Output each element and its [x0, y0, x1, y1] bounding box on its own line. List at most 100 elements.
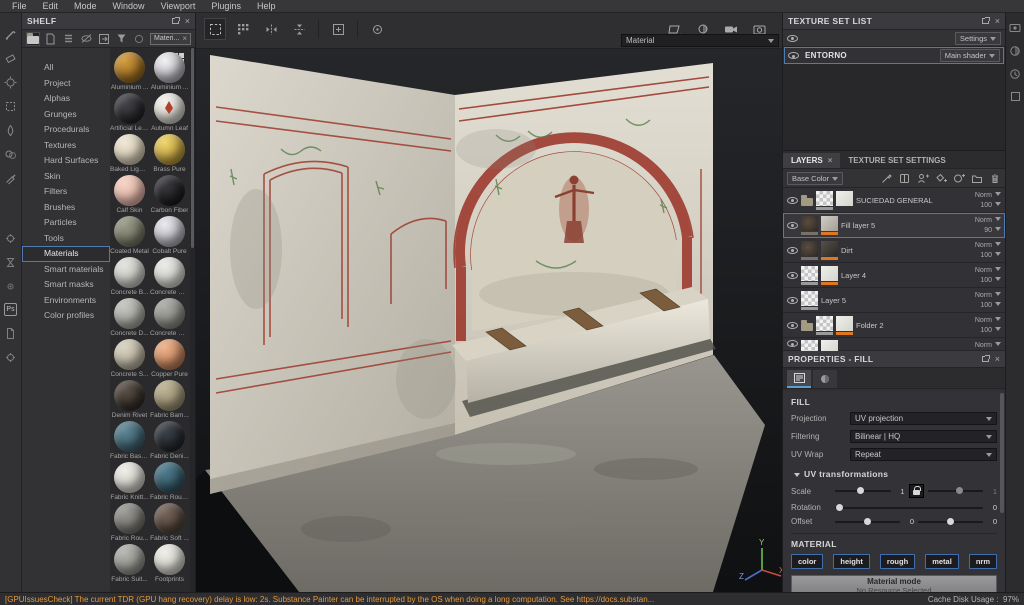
shader-settings-icon[interactable]	[1009, 45, 1021, 57]
plugin-gear-icon[interactable]	[4, 279, 18, 293]
shelf-category-procedurals[interactable]: Procedurals	[22, 122, 110, 138]
uv-wrap-dropdown[interactable]: Repeat	[850, 448, 997, 461]
resources-gear-icon[interactable]	[4, 350, 18, 364]
opacity-dropdown[interactable]: 100	[980, 200, 1001, 210]
material-carbon-fiber[interactable]: Carbon Fiber	[150, 175, 190, 216]
layer-row-fill-layer-5[interactable]: Fill layer 5 Norm 90	[783, 213, 1005, 238]
folder-view-icon[interactable]	[26, 31, 40, 46]
paint-brush-icon[interactable]	[4, 27, 18, 41]
layer-mask-thumbnail[interactable]	[801, 265, 818, 285]
material-picker-icon[interactable]	[4, 171, 18, 185]
shelf-category-textures[interactable]: Textures	[22, 138, 110, 154]
shelf-category-skin[interactable]: Skin	[22, 169, 110, 185]
channel-button-color[interactable]: color	[791, 554, 824, 569]
blend-mode-dropdown[interactable]: Norm	[975, 290, 1001, 300]
layer-content-thumbnail[interactable]	[821, 340, 838, 351]
add-layer-icon[interactable]	[916, 172, 929, 185]
smudge-icon[interactable]	[4, 123, 18, 137]
scale-slider-x[interactable]	[835, 487, 891, 494]
channel-filter-dropdown[interactable]: Base Color	[787, 171, 844, 185]
layer-mask-thumbnail[interactable]	[801, 290, 818, 310]
layer-row-dirt[interactable]: Dirt Norm 100	[783, 238, 1005, 263]
shelf-category-brushes[interactable]: Brushes	[22, 200, 110, 216]
material-fabric-bam[interactable]: Fabric Bam...	[150, 380, 190, 421]
menu-help[interactable]: Help	[249, 1, 284, 11]
document-plugin-icon[interactable]	[4, 326, 18, 340]
shader-dropdown[interactable]: Main shader	[939, 49, 1000, 62]
material-baked-light[interactable]: Baked Light...	[110, 134, 150, 175]
opacity-dropdown[interactable]: 100	[980, 250, 1001, 260]
add-folder-icon[interactable]	[970, 172, 983, 185]
layer-visibility-icon[interactable]	[787, 296, 798, 304]
layer-visibility-icon[interactable]	[787, 221, 798, 229]
scale-lock-button[interactable]	[908, 484, 924, 498]
material-concrete-si[interactable]: Concrete Si...	[150, 298, 190, 339]
material-concrete-cl[interactable]: Concrete Cl...	[150, 257, 190, 298]
viewport-shader-dropdown[interactable]: Material	[621, 34, 779, 47]
material-artificial-lea[interactable]: Artificial Lea...	[110, 93, 150, 134]
clone-stamp-icon[interactable]	[4, 147, 18, 161]
offset-slider-y[interactable]	[918, 517, 983, 525]
symmetry-y-icon[interactable]	[288, 18, 310, 40]
shelf-category-smart-masks[interactable]: Smart masks	[22, 277, 110, 293]
frame-selection-icon[interactable]	[204, 18, 226, 40]
shelf-category-filters[interactable]: Filters	[22, 184, 110, 200]
add-effect-icon[interactable]	[880, 172, 893, 185]
popout-icon[interactable]	[981, 355, 990, 362]
layer-visibility-icon[interactable]	[787, 321, 798, 329]
opacity-dropdown[interactable]: 100	[980, 275, 1001, 285]
opacity-dropdown[interactable]: 100	[980, 325, 1001, 335]
tab-layers[interactable]: LAYERS ×	[783, 153, 841, 168]
tab-close-icon[interactable]: ×	[828, 156, 833, 165]
layer-visibility-icon[interactable]	[787, 246, 798, 254]
menu-viewport[interactable]: Viewport	[153, 1, 204, 11]
layer-mask-thumbnail[interactable]	[801, 340, 818, 351]
materials-scrollbar[interactable]	[190, 48, 195, 592]
channel-button-height[interactable]: height	[833, 554, 870, 569]
popout-icon[interactable]	[171, 17, 180, 24]
viewport-3d-scene[interactable]: Y X Z	[196, 49, 782, 592]
opacity-dropdown[interactable]: 100	[980, 300, 1001, 310]
layer-content-thumbnail[interactable]	[836, 315, 853, 335]
offset-slider-x[interactable]	[835, 517, 900, 525]
new-resource-icon[interactable]	[44, 32, 58, 46]
menu-window[interactable]: Window	[105, 1, 153, 11]
polygon-fill-icon[interactable]	[4, 99, 18, 113]
add-fill-layer-icon[interactable]	[934, 172, 947, 185]
close-icon[interactable]: ×	[185, 16, 190, 26]
display-settings-icon[interactable]	[1009, 23, 1021, 34]
material-autumn-leaf[interactable]: Autumn Leaf	[150, 93, 190, 134]
material-mode-button[interactable]: Material mode No Resource Selected	[791, 575, 997, 592]
scale-value-y[interactable]: 1	[987, 487, 997, 496]
symmetry-x-icon[interactable]	[260, 18, 282, 40]
material-fabric-rough[interactable]: Fabric Rough	[150, 462, 190, 503]
import-resources-icon[interactable]	[97, 32, 111, 46]
shelf-category-all[interactable]: All	[22, 60, 110, 76]
menu-mode[interactable]: Mode	[66, 1, 105, 11]
photoshop-plugin-icon[interactable]: Ps	[4, 303, 17, 316]
layer-content-thumbnail[interactable]	[821, 215, 838, 235]
tile-grid-icon[interactable]	[232, 18, 254, 40]
material-footprints[interactable]: Footprints	[150, 544, 190, 585]
shelf-category-grunges[interactable]: Grunges	[22, 107, 110, 123]
shelf-category-alphas[interactable]: Alphas	[22, 91, 110, 107]
material-fabric-deni[interactable]: Fabric Deni...	[150, 421, 190, 462]
filter-tag-remove-icon[interactable]: ×	[182, 34, 187, 43]
layer-visibility-icon[interactable]	[787, 271, 798, 279]
shelf-category-color-profiles[interactable]: Color profiles	[22, 308, 110, 324]
offset-value-x[interactable]: 0	[904, 517, 914, 526]
layer-row-layer-5[interactable]: Layer 5 Norm 100	[783, 288, 1005, 313]
layer-content-thumbnail[interactable]	[821, 240, 838, 260]
add-smart-material-icon[interactable]	[952, 172, 965, 185]
shelf-category-particles[interactable]: Particles	[22, 215, 110, 231]
filter-radio-icon[interactable]	[132, 32, 146, 46]
shelf-category-materials[interactable]: Materials	[22, 246, 110, 262]
menu-edit[interactable]: Edit	[35, 1, 67, 11]
eraser-icon[interactable]	[4, 51, 18, 65]
shelf-category-tools[interactable]: Tools	[22, 231, 110, 247]
material-concrete-d[interactable]: Concrete D...	[110, 298, 150, 339]
layer-row-folder-2[interactable]: Folder 2 Norm 100	[783, 313, 1005, 338]
material-fabric-knitt[interactable]: Fabric Knitt...	[110, 462, 150, 503]
layer-content-thumbnail[interactable]	[836, 190, 853, 210]
shelf-category-hard-surfaces[interactable]: Hard Surfaces	[22, 153, 110, 169]
